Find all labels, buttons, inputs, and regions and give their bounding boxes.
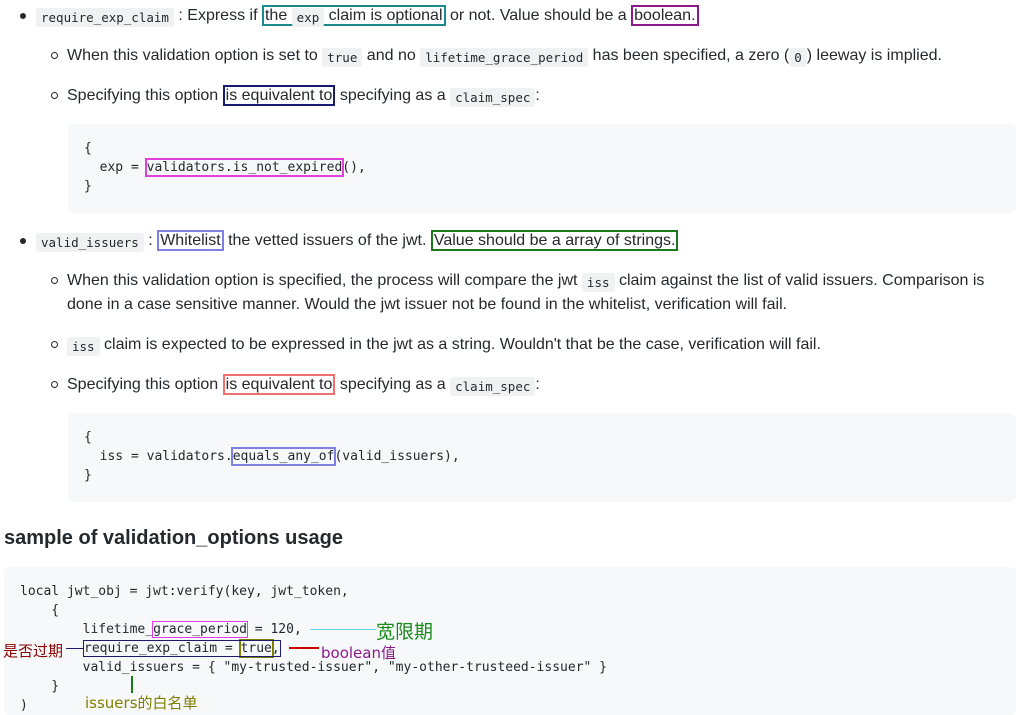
code-claim-spec: claim_spec bbox=[450, 88, 536, 107]
code-line: iss = validators.equals_any_of(valid_iss… bbox=[84, 447, 460, 466]
code-line: lifetime_grace_period = 120, bbox=[20, 621, 302, 638]
text: Specifying this option bbox=[67, 87, 223, 104]
option-key: valid_issuers bbox=[36, 233, 144, 252]
list-item: valid_issuers : Whitelist the vetted iss… bbox=[36, 229, 679, 253]
hl-grace-period: grace_period bbox=[152, 621, 248, 638]
hl-value-array: Value should be a array of strings. bbox=[430, 230, 679, 251]
text: When this validation option is specified… bbox=[67, 272, 582, 289]
annotation-line-issuers bbox=[131, 676, 133, 693]
text: or not. Value should be a bbox=[445, 7, 632, 24]
code-line: { bbox=[84, 141, 92, 156]
option-key: require_exp_claim bbox=[36, 8, 174, 27]
code-iss: iss bbox=[67, 337, 100, 356]
section-heading: sample of validation_options usage bbox=[4, 527, 343, 549]
code-exp: exp bbox=[291, 8, 325, 27]
text: claim is expected to be expressed in the… bbox=[99, 336, 821, 353]
code-line: { bbox=[84, 430, 92, 445]
annotation-issuers: issuers的白名单 bbox=[85, 694, 198, 712]
list-item: iss claim is expected to be expressed in… bbox=[67, 333, 821, 357]
sub-bullet bbox=[51, 92, 58, 99]
code-line: } bbox=[20, 679, 60, 694]
annotation-grace: 宽限期 bbox=[376, 621, 434, 643]
annotation-line-boolean bbox=[289, 647, 319, 649]
code-line: } bbox=[84, 468, 92, 483]
code-true: true bbox=[322, 48, 363, 67]
hl-equals-any-of: equals_any_of bbox=[230, 447, 337, 466]
text: : bbox=[535, 376, 540, 393]
code-line: local jwt_obj = jwt:verify(key, jwt_toke… bbox=[20, 584, 349, 599]
text: lifetime_ bbox=[20, 622, 154, 637]
text: (valid_issuers), bbox=[334, 449, 460, 464]
hl-boolean: boolean. bbox=[631, 5, 699, 26]
sub-bullet bbox=[51, 52, 58, 59]
text: specifying as a bbox=[335, 87, 451, 104]
hl-equivalent: is equivalent to bbox=[222, 85, 336, 106]
text: has been specified, a zero ( bbox=[588, 47, 790, 64]
text: exp = bbox=[84, 160, 147, 175]
list-item: Specifying this option is equivalent to … bbox=[67, 373, 540, 397]
text: = 120, bbox=[246, 622, 302, 637]
text: , bbox=[271, 641, 280, 656]
hl-equivalent: is equivalent to bbox=[222, 374, 336, 395]
text: (), bbox=[342, 160, 366, 175]
text: the vetted issuers of the jwt. bbox=[223, 232, 431, 249]
code-line: exp = validators.is_not_expired(), bbox=[84, 158, 366, 177]
annotation-expired: 是否过期 bbox=[3, 642, 64, 660]
bullet bbox=[20, 238, 26, 244]
text: and no bbox=[362, 47, 421, 64]
code-claim-spec: claim_spec bbox=[450, 377, 536, 396]
text: ) leeway is implied. bbox=[806, 47, 942, 64]
code-lifetime-grace-period: lifetime_grace_period bbox=[420, 48, 589, 67]
text: require_exp_claim = bbox=[84, 641, 241, 656]
sub-bullet bbox=[51, 381, 58, 388]
annotation-line-expired bbox=[66, 648, 84, 649]
code-iss: iss bbox=[581, 273, 615, 292]
text: : Express if bbox=[173, 7, 262, 24]
hl-claim-optional: the exp claim is optional bbox=[261, 5, 446, 27]
list-item-cont: done in a case sensitive manner. Would t… bbox=[67, 296, 788, 313]
text: iss = validators. bbox=[84, 449, 233, 464]
bullet bbox=[20, 13, 26, 19]
text: claim against the list of valid issuers.… bbox=[614, 272, 985, 289]
text: claim is optional bbox=[324, 7, 443, 24]
code-line: ) bbox=[20, 698, 28, 713]
list-item: When this validation option is set to tr… bbox=[67, 44, 942, 68]
annotation-boolean: boolean值 bbox=[321, 644, 396, 662]
text: : bbox=[535, 87, 540, 104]
sub-bullet bbox=[51, 341, 58, 348]
code-zero: 0 bbox=[789, 48, 807, 67]
text: the bbox=[264, 7, 292, 24]
hl-true: true bbox=[238, 639, 274, 658]
list-item: require_exp_claim : Express if the exp c… bbox=[36, 4, 699, 28]
annotation-line-grace bbox=[310, 629, 376, 630]
code-line: require_exp_claim = true, bbox=[83, 639, 281, 658]
text: Specifying this option bbox=[67, 376, 223, 393]
sub-bullet bbox=[51, 277, 58, 284]
code-line: valid_issuers = { "my-trusted-issuer", "… bbox=[20, 660, 607, 675]
text: specifying as a bbox=[335, 376, 451, 393]
list-item: Specifying this option is equivalent to … bbox=[67, 84, 540, 108]
hl-is-not-expired: validators.is_not_expired bbox=[144, 158, 345, 177]
code-line: { bbox=[20, 603, 60, 618]
hl-whitelist: Whitelist bbox=[157, 230, 224, 251]
list-item: When this validation option is specified… bbox=[67, 269, 984, 293]
text: When this validation option is set to bbox=[67, 47, 323, 64]
text: : bbox=[143, 232, 158, 249]
code-line: } bbox=[84, 179, 92, 194]
